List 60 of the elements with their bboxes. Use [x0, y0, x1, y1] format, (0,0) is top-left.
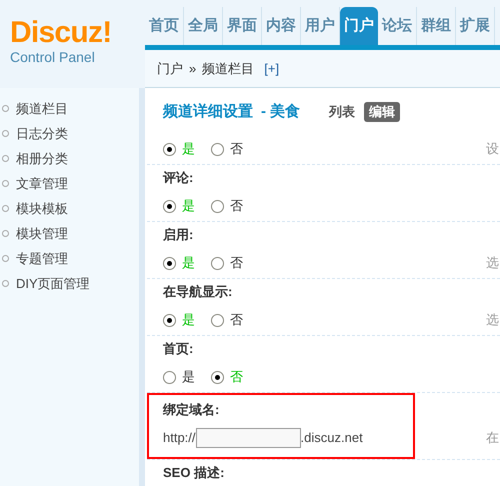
- sidebar-item[interactable]: 日志分类: [16, 124, 68, 144]
- radio-button[interactable]: [211, 256, 224, 270]
- url-suffix: .discuz.net: [300, 429, 363, 448]
- option-label: 否: [230, 140, 243, 158]
- option-label: 是: [182, 140, 195, 158]
- radio-button[interactable]: [163, 314, 176, 326]
- page-title: 频道详细设置: [163, 102, 253, 122]
- radio-button[interactable]: [211, 314, 224, 326]
- action-tab[interactable]: 列表: [324, 102, 360, 122]
- sidebar-item[interactable]: 相册分类: [16, 148, 68, 168]
- bullet-icon: [2, 255, 9, 262]
- option-label: 否: [230, 368, 243, 386]
- radio-button[interactable]: [163, 142, 176, 156]
- option-label: 否: [230, 254, 243, 272]
- breadcrumb-separator: »: [189, 60, 196, 78]
- bullet-icon: [2, 105, 9, 112]
- radio-button[interactable]: [211, 370, 224, 384]
- sidebar-item[interactable]: 专题管理: [16, 248, 68, 268]
- sidebar-item[interactable]: 文章管理: [16, 174, 68, 194]
- setting-hint: 选: [486, 311, 500, 330]
- radio-button[interactable]: [211, 200, 224, 212]
- url-prefix: http://: [163, 429, 196, 448]
- bullet-icon: [2, 280, 9, 287]
- bullet-icon: [2, 155, 9, 162]
- sidebar-item[interactable]: 频道栏目: [16, 98, 68, 118]
- nav-tab[interactable]: 门户: [340, 7, 378, 45]
- setting-label: SEO 描述:: [163, 464, 226, 482]
- radio-button[interactable]: [163, 200, 176, 212]
- bullet-icon: [2, 130, 9, 137]
- option-label: 是: [182, 197, 195, 216]
- setting-label: 绑定域名:: [163, 401, 220, 420]
- setting-label: 评论:: [163, 169, 194, 188]
- setting-hint: 设: [486, 140, 500, 158]
- radio-button[interactable]: [211, 142, 224, 156]
- action-tab[interactable]: 编辑: [364, 102, 400, 122]
- option-label: 否: [230, 197, 243, 216]
- setting-label: 在导航显示:: [163, 283, 234, 302]
- setting-hint: 选: [486, 254, 500, 272]
- logo-title: Discuz!: [10, 18, 112, 48]
- bullet-icon: [2, 205, 9, 212]
- breadcrumb-item[interactable]: 频道栏目: [202, 58, 254, 78]
- sidebar-item[interactable]: 模块管理: [16, 224, 68, 244]
- add-link[interactable]: [+]: [264, 58, 280, 78]
- bullet-icon: [2, 230, 9, 237]
- bullet-icon: [2, 180, 9, 187]
- page-subtitle: - 美食: [261, 102, 300, 122]
- setting-label: 启用:: [163, 226, 194, 244]
- setting-hint: 在: [486, 428, 500, 446]
- option-label: 是: [182, 254, 195, 272]
- sidebar-item[interactable]: DIY页面管理: [16, 274, 90, 294]
- domain-input[interactable]: [196, 428, 301, 448]
- breadcrumb-item[interactable]: 门户: [157, 58, 183, 78]
- option-label: 是: [182, 311, 195, 330]
- radio-button[interactable]: [163, 370, 176, 384]
- option-label: 是: [182, 368, 195, 386]
- radio-button[interactable]: [163, 256, 176, 270]
- setting-label: 首页:: [163, 340, 194, 358]
- sidebar-item[interactable]: 模块模板: [16, 198, 68, 218]
- logo-subtitle: Control Panel: [10, 48, 96, 66]
- option-label: 否: [230, 311, 243, 330]
